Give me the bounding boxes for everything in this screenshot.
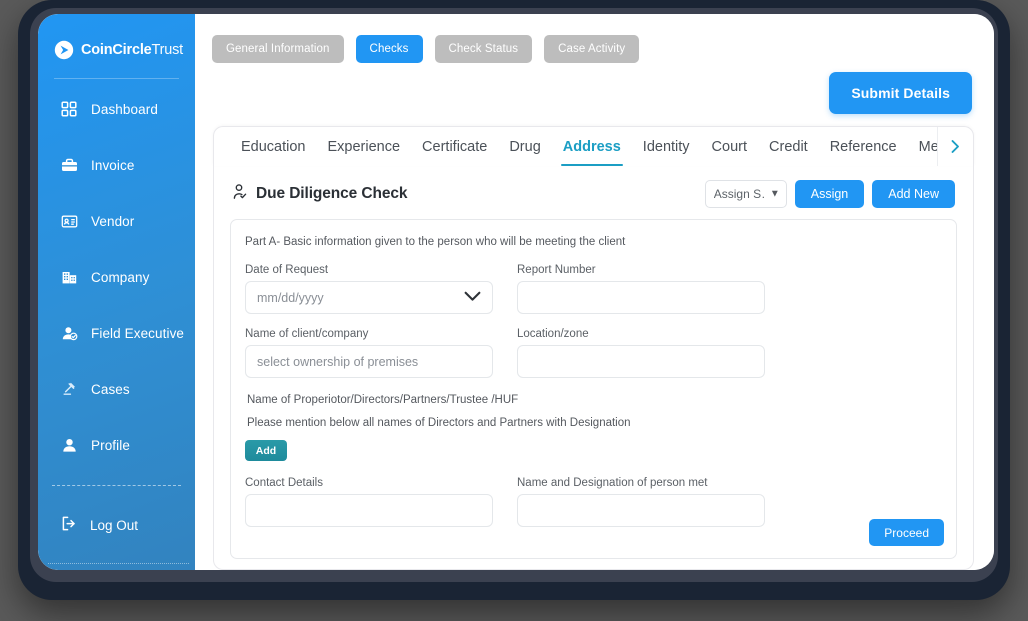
pill-check-status[interactable]: Check Status [434,35,533,63]
proprietor-heading: Name of Properiotor/Directors/Partners/T… [247,394,519,406]
logout-divider [52,485,181,486]
client-company-input[interactable] [245,345,493,378]
field-person-met: Name and Designation of person met [517,477,765,527]
proprietor-subtext: Please mention below all names of Direct… [247,417,631,429]
user-check-icon [232,183,250,206]
sidebar-bottom-dots [48,563,189,564]
assign-status-select-wrap: Assign S… ▼ [704,180,787,208]
add-director-button[interactable]: Add [245,440,287,461]
logout-label: Log Out [90,517,139,533]
sidebar-item-logout[interactable]: Log Out [38,510,195,540]
form-grid-bottom: Contact Details Name and Designation of … [245,477,942,541]
main-content: General Information Checks Check Status … [195,14,994,570]
sidebar-item-dashboard[interactable]: Dashboard [38,93,195,125]
brand-name-light: Trust [151,42,184,59]
gavel-icon [60,380,78,398]
sidebar-item-label: Company [91,269,150,285]
card-header-actions: Assign S… ▼ Assign Add New [704,180,955,208]
field-label: Date of Request [245,264,329,276]
sidebar-item-vendor[interactable]: Vendor [38,205,195,237]
card-header: Due Diligence Check Assign S… ▼ Assign A… [230,180,957,208]
sidebar: CoinCircleTrust Dashboard Invoice Vendor… [38,14,195,570]
assign-button[interactable]: Assign [794,180,865,208]
app-screen: CoinCircleTrust Dashboard Invoice Vendor… [38,14,994,570]
briefcase-icon [60,156,78,174]
sidebar-item-field-executive[interactable]: Field Executive [38,317,195,349]
logout-arrow-icon [60,515,77,535]
sidebar-item-label: Cases [91,381,130,397]
sidebar-item-invoice[interactable]: Invoice [38,149,195,181]
tab-address[interactable]: Address [552,127,632,166]
page-title-text: Due Diligence Check [256,185,408,202]
date-input-wrap [245,281,493,314]
field-label: Location/zone [517,328,589,340]
form-grid-top: Date of Request mm/dd/yyyy Report Number… [245,264,942,392]
report-number-input[interactable] [517,281,765,314]
submit-row: Submit Details [195,66,994,114]
pill-case-activity[interactable]: Case Activity [544,35,640,63]
proceed-row: Proceed [869,519,944,546]
contact-details-input[interactable] [245,494,493,527]
tab-education[interactable]: Education [230,127,317,166]
brand-name: CoinCircleTrust [81,42,183,58]
field-date-of-request: Date of Request [245,264,493,314]
office-building-icon [60,268,78,286]
brand-divider [54,78,179,79]
sidebar-item-cases[interactable]: Cases [38,373,195,405]
user-icon [60,436,78,454]
pill-checks[interactable]: Checks [355,35,423,63]
id-card-icon [60,212,78,230]
date-of-request-input[interactable] [245,281,493,314]
play-arrow-logo-icon [54,40,74,60]
device-frame: CoinCircleTrust Dashboard Invoice Vendor… [18,0,1010,600]
user-check-icon [60,324,78,342]
tab-experience[interactable]: Experience [317,127,412,166]
tab-certificate[interactable]: Certificate [411,127,498,166]
part-a-note: Part A- Basic information given to the p… [245,236,626,248]
sidebar-item-label: Field Executive [91,325,185,341]
check-content-card: Due Diligence Check Assign S… ▼ Assign A… [213,166,974,570]
sidebar-item-profile[interactable]: Profile [38,429,195,461]
logout-section: Log Out [38,485,195,570]
sidebar-item-label: Profile [91,437,130,453]
add-new-button[interactable]: Add New [872,180,955,208]
field-report-number: Report Number [517,264,765,314]
tab-identity[interactable]: Identity [632,127,701,166]
field-label: Contact Details [245,477,323,489]
form-panel: Part A- Basic information given to the p… [230,219,957,559]
assign-status-select[interactable]: Assign S… [704,180,787,208]
field-location-zone: Location/zone [517,328,765,378]
tab-credit[interactable]: Credit [758,127,819,166]
sidebar-item-company[interactable]: Company [38,261,195,293]
field-label: Report Number [517,264,596,276]
sidebar-item-label: Vendor [91,213,135,229]
person-met-input[interactable] [517,494,765,527]
tab-media[interactable]: Media [908,127,937,166]
check-tab-bar: Education Experience Certificate Drug Ad… [213,126,974,166]
field-client-company: Name of client/company [245,328,493,378]
check-tabs: Education Experience Certificate Drug Ad… [214,127,937,166]
tab-drug[interactable]: Drug [498,127,551,166]
tab-reference[interactable]: Reference [819,127,908,166]
brand-name-bold: CoinCircle [81,42,152,59]
page-title: Due Diligence Check [232,183,408,206]
sidebar-item-label: Invoice [91,157,135,173]
sidebar-nav: Dashboard Invoice Vendor Company Field E… [38,93,195,485]
page-root: CoinCircleTrust Dashboard Invoice Vendor… [0,0,1028,621]
proceed-button[interactable]: Proceed [869,519,944,546]
pill-general-information[interactable]: General Information [212,35,344,63]
chevron-right-icon[interactable] [937,127,973,166]
brand: CoinCircleTrust [38,14,195,66]
submit-details-button[interactable]: Submit Details [829,72,972,114]
grid-squares-icon [60,100,78,118]
location-zone-input[interactable] [517,345,765,378]
section-pill-bar: General Information Checks Check Status … [195,14,994,66]
field-contact-details: Contact Details [245,477,493,527]
field-label: Name of client/company [245,328,369,340]
sidebar-item-label: Dashboard [91,101,158,117]
field-label: Name and Designation of person met [517,477,708,489]
tab-court[interactable]: Court [701,127,758,166]
